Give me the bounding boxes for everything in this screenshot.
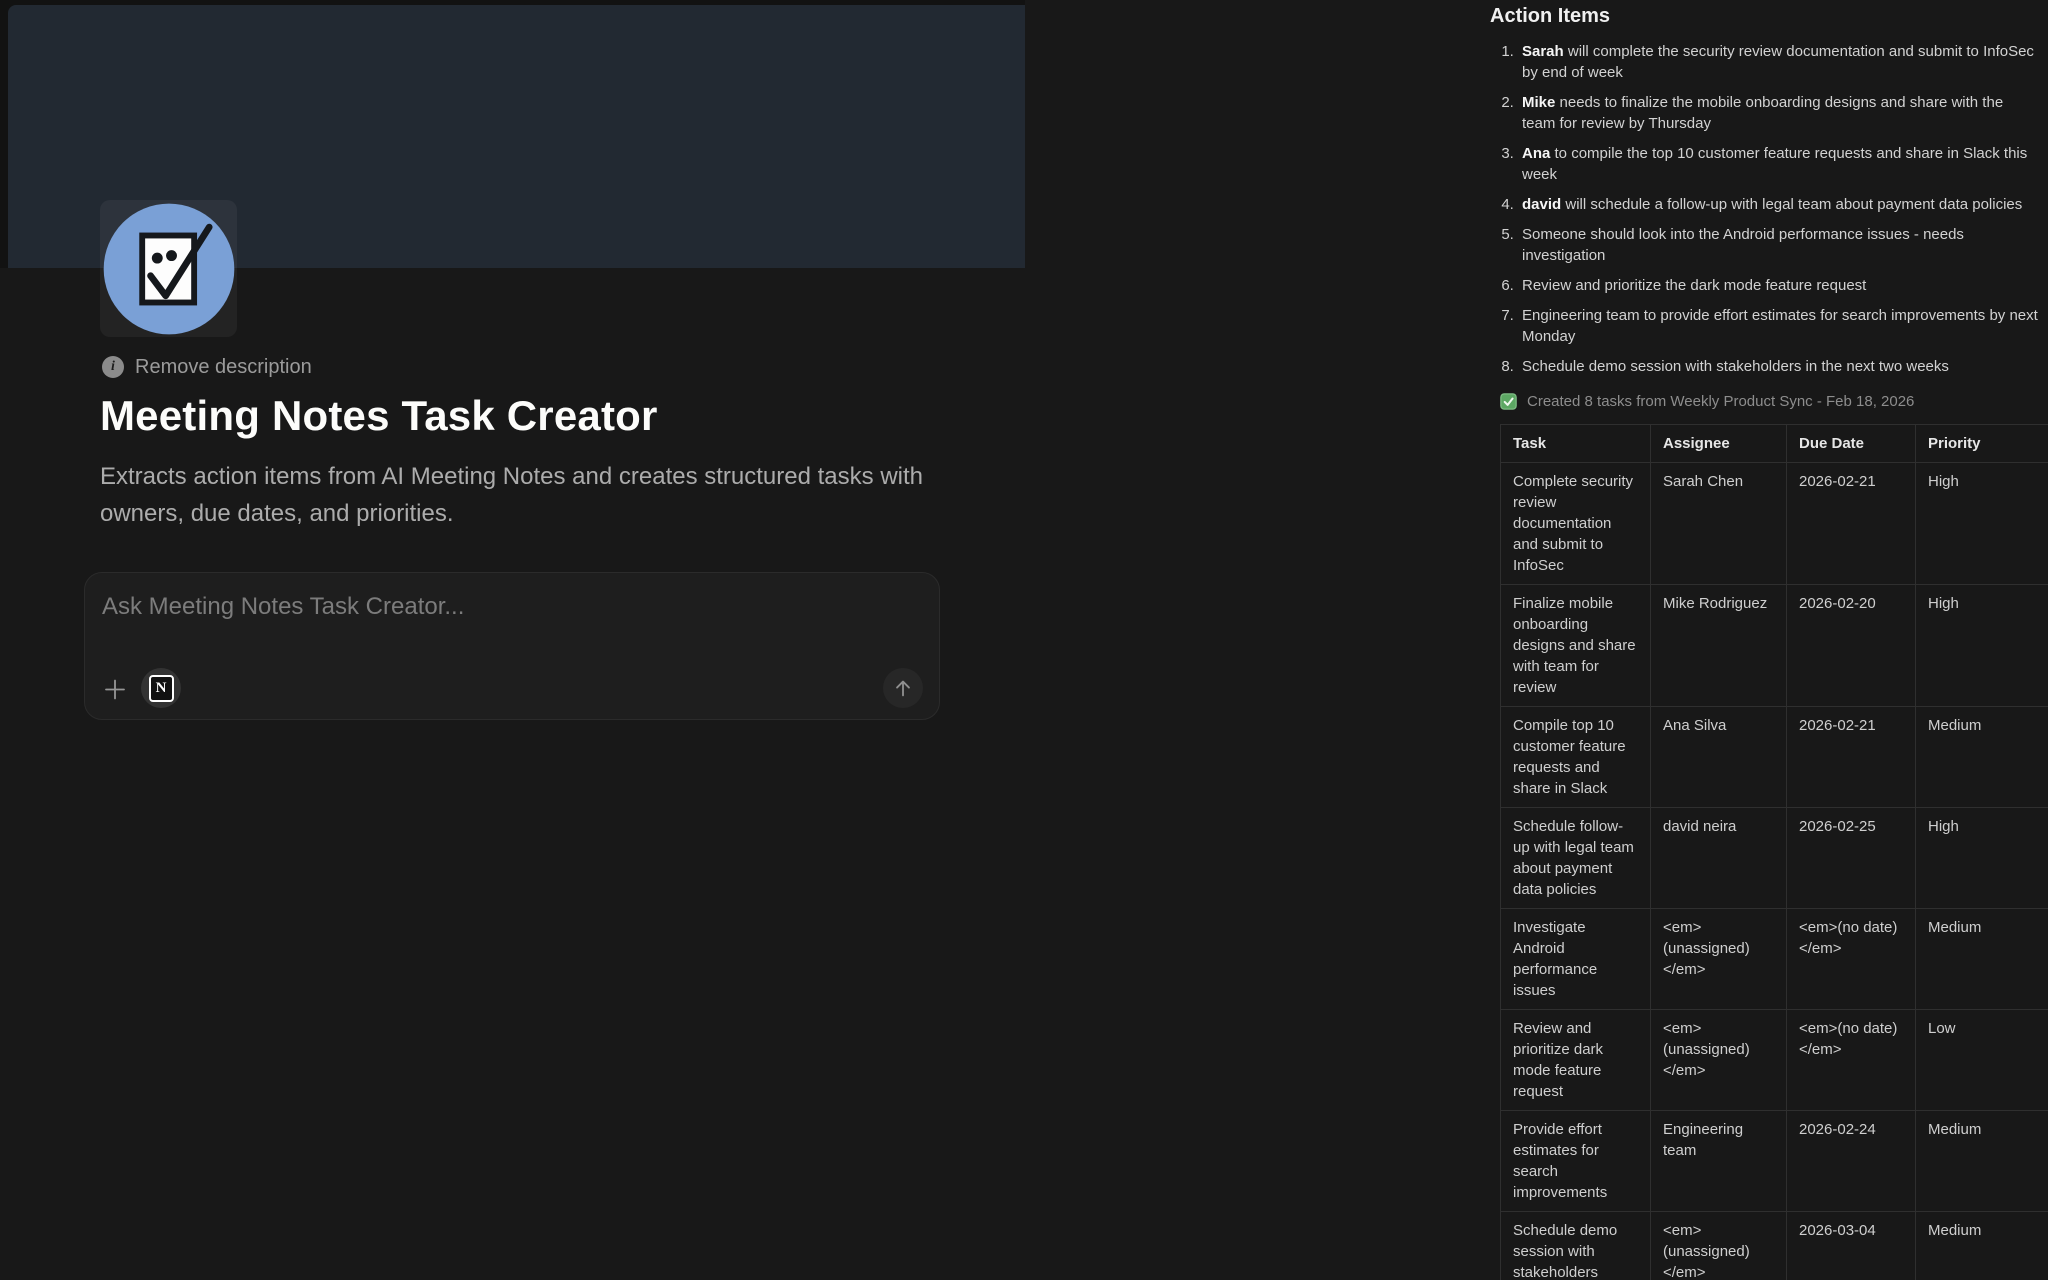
action-items-list: Sarah will complete the security review … bbox=[1490, 41, 2048, 377]
action-item-owner: Sarah bbox=[1522, 43, 1564, 60]
attach-button[interactable] bbox=[97, 671, 133, 707]
send-button[interactable] bbox=[883, 668, 923, 708]
action-item: Review and prioritize the dark mode feat… bbox=[1518, 275, 2038, 296]
cell-priority: High bbox=[1916, 585, 2048, 707]
action-item: Ana to compile the top 10 customer featu… bbox=[1518, 143, 2038, 185]
green-check-icon bbox=[1500, 393, 1517, 410]
action-item: david will schedule a follow-up with leg… bbox=[1518, 194, 2038, 215]
action-item: Mike needs to finalize the mobile onboar… bbox=[1518, 92, 2038, 134]
cell-priority: Medium bbox=[1916, 1111, 2048, 1212]
cell-task: Provide effort estimates for search impr… bbox=[1501, 1111, 1651, 1212]
table-header-row: Task Assignee Due Date Priority bbox=[1501, 425, 2048, 463]
cell-assignee: Sarah Chen bbox=[1651, 463, 1787, 585]
table-row: Complete security review documentation a… bbox=[1501, 463, 2048, 585]
cell-due-date: <em>(no date)</em> bbox=[1787, 909, 1916, 1010]
action-item-owner: Mike bbox=[1522, 94, 1555, 111]
action-item-text: to compile the top 10 customer feature r… bbox=[1522, 145, 2027, 183]
table-row: Review and prioritize dark mode feature … bbox=[1501, 1010, 2048, 1111]
cell-priority: Medium bbox=[1916, 909, 2048, 1010]
cell-task: Schedule follow-up with legal team about… bbox=[1501, 808, 1651, 909]
notion-logo-icon: N bbox=[149, 675, 174, 702]
cell-task: Complete security review documentation a… bbox=[1501, 463, 1651, 585]
status-text: Created 8 tasks from Weekly Product Sync… bbox=[1527, 393, 1914, 410]
cell-assignee: <em>(unassigned)</em> bbox=[1651, 1010, 1787, 1111]
cell-assignee: <em>(unassigned)</em> bbox=[1651, 1212, 1787, 1280]
cell-due-date: 2026-03-04 bbox=[1787, 1212, 1916, 1280]
cell-priority: Medium bbox=[1916, 1212, 2048, 1280]
action-item-text: Engineering team to provide effort estim… bbox=[1522, 307, 2038, 345]
app-window: i Remove description Meeting Notes Task … bbox=[0, 0, 2048, 1280]
action-item-text: will schedule a follow-up with legal tea… bbox=[1561, 196, 2022, 213]
cell-assignee: <em>(unassigned)</em> bbox=[1651, 909, 1787, 1010]
cell-priority: High bbox=[1916, 463, 2048, 585]
cell-due-date: <em>(no date)</em> bbox=[1787, 1010, 1916, 1111]
page-icon-button[interactable] bbox=[100, 200, 237, 337]
action-item-text: will complete the security review docume… bbox=[1522, 43, 2034, 81]
composer-card: Ask Meeting Notes Task Creator... N bbox=[84, 572, 940, 720]
col-header-assignee: Assignee bbox=[1651, 425, 1787, 463]
table-row: Provide effort estimates for search impr… bbox=[1501, 1111, 2048, 1212]
cell-task: Schedule demo session with stakeholders bbox=[1501, 1212, 1651, 1280]
col-header-task: Task bbox=[1501, 425, 1651, 463]
remove-description-label: Remove description bbox=[135, 356, 312, 379]
checklist-note-icon bbox=[102, 202, 236, 336]
cell-priority: Low bbox=[1916, 1010, 2048, 1111]
action-item-text: Review and prioritize the dark mode feat… bbox=[1522, 277, 1866, 294]
notion-source-button[interactable]: N bbox=[141, 668, 181, 708]
action-item-owner: david bbox=[1522, 196, 1561, 213]
table-row: Investigate Android performance issues <… bbox=[1501, 909, 2048, 1010]
status-line: Created 8 tasks from Weekly Product Sync… bbox=[1500, 393, 2048, 410]
cell-task: Finalize mobile onboarding designs and s… bbox=[1501, 585, 1651, 707]
cell-due-date: 2026-02-20 bbox=[1787, 585, 1916, 707]
cell-assignee: david neira bbox=[1651, 808, 1787, 909]
col-header-priority: Priority bbox=[1916, 425, 2048, 463]
cell-task: Review and prioritize dark mode feature … bbox=[1501, 1010, 1651, 1111]
action-item: Engineering team to provide effort estim… bbox=[1518, 305, 2038, 347]
arrow-up-icon bbox=[892, 677, 914, 699]
action-item-text: Someone should look into the Android per… bbox=[1522, 226, 1964, 264]
table-row: Finalize mobile onboarding designs and s… bbox=[1501, 585, 2048, 707]
action-item: Schedule demo session with stakeholders … bbox=[1518, 356, 2038, 377]
action-item-owner: Ana bbox=[1522, 145, 1550, 162]
tasks-table: Task Assignee Due Date Priority Complete… bbox=[1500, 424, 2048, 1280]
cell-due-date: 2026-02-21 bbox=[1787, 707, 1916, 808]
cell-task: Investigate Android performance issues bbox=[1501, 909, 1651, 1010]
action-items-panel: Action Items Sarah will complete the sec… bbox=[1490, 0, 2048, 1280]
cell-priority: Medium bbox=[1916, 707, 2048, 808]
remove-description-button[interactable]: i Remove description bbox=[98, 350, 320, 384]
tasks-table-container: Task Assignee Due Date Priority Complete… bbox=[1500, 424, 2048, 1280]
cell-due-date: 2026-02-25 bbox=[1787, 808, 1916, 909]
table-row: Schedule demo session with stakeholders … bbox=[1501, 1212, 2048, 1280]
cell-assignee: Engineering team bbox=[1651, 1111, 1787, 1212]
action-item: Someone should look into the Android per… bbox=[1518, 224, 2038, 266]
action-item-text: needs to finalize the mobile onboarding … bbox=[1522, 94, 2003, 132]
action-item-text: Schedule demo session with stakeholders … bbox=[1522, 358, 1949, 375]
info-icon: i bbox=[102, 356, 124, 378]
cell-task: Compile top 10 customer feature requests… bbox=[1501, 707, 1651, 808]
cell-priority: High bbox=[1916, 808, 2048, 909]
composer-input[interactable]: Ask Meeting Notes Task Creator... bbox=[102, 593, 922, 625]
action-item: Sarah will complete the security review … bbox=[1518, 41, 2038, 83]
col-header-due-date: Due Date bbox=[1787, 425, 1916, 463]
cell-assignee: Ana Silva bbox=[1651, 707, 1787, 808]
page-title[interactable]: Meeting Notes Task Creator bbox=[100, 392, 658, 440]
plus-icon bbox=[103, 676, 127, 703]
table-row: Compile top 10 customer feature requests… bbox=[1501, 707, 2048, 808]
cell-due-date: 2026-02-21 bbox=[1787, 463, 1916, 585]
page-description[interactable]: Extracts action items from AI Meeting No… bbox=[100, 458, 930, 532]
table-row: Schedule follow-up with legal team about… bbox=[1501, 808, 2048, 909]
panel-heading: Action Items bbox=[1490, 5, 2048, 28]
cell-due-date: 2026-02-24 bbox=[1787, 1111, 1916, 1212]
cell-assignee: Mike Rodriguez bbox=[1651, 585, 1787, 707]
